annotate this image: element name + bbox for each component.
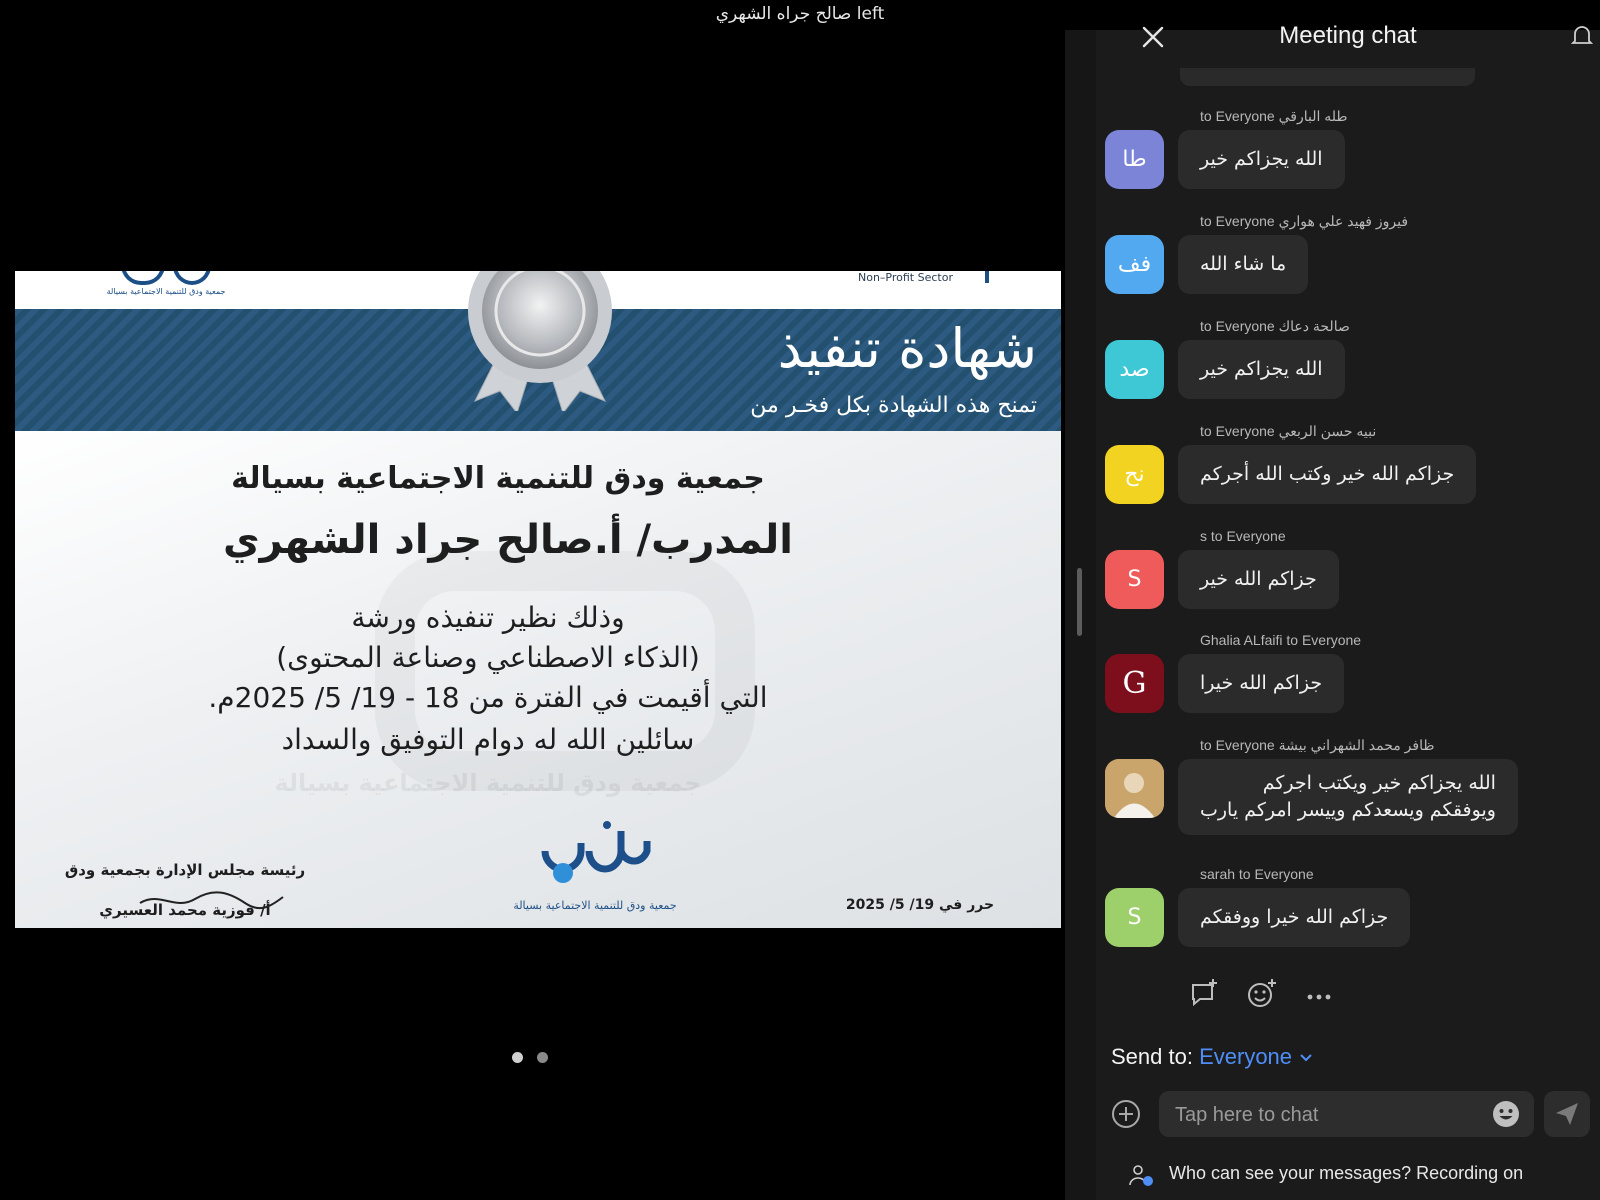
avatar-initials: نح [1124,462,1145,487]
message-sender: s to Everyone [1200,528,1286,544]
meeting-chat-panel: Meeting chat [1065,22,1600,1200]
message-sender: to Everyone نبيه حسن الربعي [1200,423,1377,439]
message-sender: to Everyone صالحة دعاك [1200,318,1350,334]
avatar[interactable]: G [1105,654,1164,713]
message-bubble[interactable]: الله يجزاكم خير [1178,130,1345,189]
emoji-icon[interactable] [1491,1099,1521,1129]
association-logo-top: جمعية ودق للتنمية الاجتماعية بسيالة [91,271,241,307]
sector-mark [985,271,989,283]
avatar-initials: G [1122,666,1147,701]
more-options-icon[interactable] [1302,977,1336,1011]
bell-icon[interactable] [1568,22,1596,50]
user-photo-icon [1105,759,1164,818]
avatar-initials: فف [1117,252,1152,277]
message-sender: to Everyone ظافر محمد الشهراني بيشة [1200,737,1435,753]
send-to-label: Send to: [1111,1044,1193,1069]
send-icon [1556,1103,1578,1125]
chat-title: Meeting chat [1279,22,1417,49]
issued-date: حرر في 19/ 5/ 2025 [845,897,995,913]
message-bubble[interactable]: جزاكم الله خيرا ووفقكم [1178,888,1411,947]
chevron-down-icon[interactable] [1298,1052,1314,1064]
message-text: جزاكم الله خيرا ووفقكم [1200,906,1389,928]
chat-input-box[interactable] [1159,1091,1534,1139]
avatar[interactable]: نح [1105,445,1164,504]
pager-dot-2[interactable] [537,1052,548,1063]
message-text: الله يجزاكم خير ويكتب اجركم [1262,772,1496,794]
chat-input[interactable] [1173,1091,1467,1139]
message-text: جزاكم الله خيرا [1200,672,1323,694]
association-logo-bottom: جمعية ودق للتنمية الاجتماعية بسيالة [485,811,705,921]
add-reaction-icon[interactable] [1245,977,1279,1011]
handwritten-signature [139,891,284,910]
avatar[interactable]: فف [1105,235,1164,294]
avatar[interactable]: صد [1105,340,1164,399]
previous-message-bubble [1180,68,1475,86]
add-attachment-icon[interactable] [1110,1098,1142,1130]
association-logo-caption: جمعية ودق للتنمية الاجتماعية بسيالة [106,287,226,296]
send-to-target[interactable]: Everyone [1199,1044,1292,1069]
avatar-initials: S [1127,567,1142,592]
message-sender: to Everyone طله البارقي [1200,108,1348,124]
avatar-initials: طا [1122,147,1147,172]
certificate-subtitle: تمنح هذه الشهادة بكل فخـر من [750,393,1037,418]
body-line-1: وذلك نظير تنفيذه ورشة [351,601,625,634]
avatar[interactable]: طا [1105,130,1164,189]
message-text: جزاكم الله خير [1200,568,1317,590]
body-line-3: التي أقيمت في الفترة من 18 - 19/ 5/ 2025… [208,681,768,714]
signatory-title: رئيسة مجلس الإدارة بجمعية ودق [64,861,306,879]
avatar-initials: صد [1119,357,1150,382]
body-line-4: سائلين الله له دوام التوفيق والسداد [281,723,695,756]
message-sender: to Everyone فيروز فهيد علي هواري [1200,213,1409,229]
participant-left-notice: صالح جراه الشهري left [715,4,885,24]
panel-resize-handle[interactable] [1077,568,1082,636]
privacy-text: Who can see your messages? Recording on [1169,1163,1524,1183]
message-bubble[interactable]: ما شاء الله [1178,235,1309,294]
message-bubble[interactable]: جزاكم الله خيرا [1178,654,1345,713]
send-to-selector[interactable]: Send to: Everyone [1111,1044,1314,1070]
silver-medal-icon [468,271,612,411]
trainer-name: المدرب/ أ.صالح جراد الشهري [222,517,794,563]
message-text-line-2: ويوفقكم ويسعدكم وييسر امركم يارب [1200,799,1496,821]
message-bubble[interactable]: جزاكم الله خير وكتب الله أجركم [1178,445,1477,504]
avatar[interactable]: S [1105,888,1164,947]
avatar[interactable] [1105,759,1164,818]
message-sender: sarah to Everyone [1200,866,1314,882]
certificate-title: شهادة تنفيذ [777,317,1037,380]
watermark-text: جمعية ودق للتنمية الاجتماعية بسيالة [274,769,702,797]
privacy-notice[interactable]: Who can see your messages? Recording on [1127,1163,1523,1194]
avatar[interactable]: S [1105,550,1164,609]
organization-name: جمعية ودق للتنمية الاجتماعية بسيالة [231,461,765,496]
message-text: جزاكم الله خير وكتب الله أجركم [1200,463,1455,485]
message-text: ما شاء الله [1200,253,1287,275]
message-text: الله يجزاكم خير [1200,358,1323,380]
people-privacy-icon [1129,1165,1153,1186]
body-line-2: (الذكاء الاصطناعي وصناعة المحتوى) [276,641,700,674]
message-bubble[interactable]: الله يجزاكم خير [1178,340,1345,399]
sector-label: Non–Profit Sector [858,271,953,284]
association-logo-mark [541,821,651,883]
slide-pager[interactable] [512,1048,562,1067]
association-logo-bottom-caption: جمعية ودق للتنمية الاجتماعية بسيالة [513,899,677,912]
message-sender: Ghalia ALfaifi to Everyone [1200,632,1362,648]
message-text: الله يجزاكم خير [1200,148,1323,170]
message-bubble[interactable]: جزاكم الله خير [1178,550,1339,609]
message-bubble[interactable]: الله يجزاكم خير ويكتب اجركم ويوفقكم ويسعد… [1178,759,1518,835]
pager-dot-1[interactable] [512,1052,523,1063]
reply-icon[interactable] [1188,977,1222,1011]
avatar-initials: S [1127,905,1142,930]
send-button[interactable] [1544,1091,1590,1137]
shared-screen: جمعية ودق للتنمية الاجتماعية بسيالة Non–… [15,271,1061,928]
